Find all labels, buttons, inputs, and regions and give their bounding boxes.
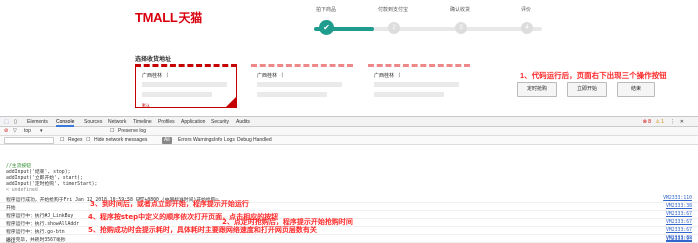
annotation-3: 3、到时间后，或者点立即开始，程序提示开始运行 bbox=[90, 200, 249, 208]
address-card[interactable]: 广西桂林 （ bbox=[368, 64, 470, 108]
address-redacted bbox=[257, 82, 342, 87]
stop-button[interactable]: 结束 bbox=[617, 82, 655, 97]
logo-text: TMALL bbox=[135, 10, 178, 25]
regex-checkbox[interactable]: ☐ bbox=[60, 136, 64, 145]
tmall-logo[interactable]: TMALL天猫 bbox=[135, 9, 202, 26]
tab-elements[interactable]: Elements bbox=[27, 117, 48, 127]
inspect-icon[interactable]: ⬚ bbox=[4, 117, 9, 127]
step-label: 拍下商品 bbox=[315, 7, 336, 13]
step-2: 付款到支付宝 2 bbox=[363, 6, 423, 34]
tab-application[interactable]: Application bbox=[181, 117, 205, 127]
step-4: 评价 4 bbox=[496, 6, 556, 34]
regex-label: Regex bbox=[68, 137, 83, 143]
error-icon: ⊗ bbox=[642, 119, 647, 125]
timer-buy-button[interactable]: 定时抢购 bbox=[517, 82, 557, 97]
default-tag: 默认 bbox=[142, 103, 150, 108]
address-region: 广西桂林 （ bbox=[257, 73, 284, 79]
tab-timeline[interactable]: Timeline bbox=[133, 117, 152, 127]
log-text: 程序运行中：执行.go-btn bbox=[6, 230, 65, 235]
step-1: 拍下商品 ✔ bbox=[296, 6, 356, 35]
logo-cn: 天猫 bbox=[178, 11, 203, 25]
more-menu-icon[interactable]: ⋮ bbox=[670, 119, 675, 125]
tab-network[interactable]: Network bbox=[108, 117, 126, 127]
log-text: 开始 bbox=[6, 206, 16, 211]
warning-count: 1 bbox=[661, 119, 665, 125]
step-number: 4 bbox=[521, 22, 533, 34]
level-errors[interactable]: Errors bbox=[178, 136, 192, 145]
log-text: 停止 bbox=[6, 239, 16, 243]
console-return-value: < undefined bbox=[6, 188, 38, 193]
level-all[interactable]: All bbox=[162, 137, 172, 144]
address-redacted bbox=[142, 92, 212, 97]
address-redacted bbox=[374, 92, 444, 97]
devtools-tabbar: ⬚ ▯ Elements Console Sources Network Tim… bbox=[0, 117, 698, 127]
log-text: 程序运行中：执行#J_LinkBuy bbox=[6, 214, 74, 219]
log-source-link[interactable]: VM2333:94 bbox=[666, 237, 692, 242]
devtools-panel: ⬚ ▯ Elements Console Sources Network Tim… bbox=[0, 116, 698, 243]
console-filter-bar: ☐ Regex ☐ Hide network messages All Erro… bbox=[0, 136, 698, 145]
tab-audits[interactable]: Audits bbox=[236, 117, 250, 127]
log-source-link[interactable]: VM2333:67 bbox=[666, 212, 692, 217]
start-now-button[interactable]: 立即开始 bbox=[567, 82, 607, 97]
preserve-log-label: Preserve log bbox=[118, 128, 147, 134]
checkout-page: TMALL天猫 拍下商品 ✔ 付款到支付宝 2 确认收货 3 评价 4 选择收货… bbox=[0, 0, 698, 127]
step-label: 付款到支付宝 bbox=[377, 7, 408, 13]
level-warnings[interactable]: Warnings bbox=[193, 136, 214, 145]
step-label: 评价 bbox=[520, 7, 531, 13]
selected-corner-icon bbox=[226, 97, 236, 107]
level-logs[interactable]: Logs bbox=[224, 136, 235, 145]
log-source-link[interactable]: VM2333:67 bbox=[666, 220, 692, 225]
tab-sources[interactable]: Sources bbox=[84, 117, 102, 127]
level-handled[interactable]: Handled bbox=[253, 136, 272, 145]
tab-console[interactable]: Console bbox=[56, 117, 75, 127]
level-debug[interactable]: Debug bbox=[237, 136, 252, 145]
step-label: 确认收货 bbox=[449, 7, 470, 13]
log-text: 程序运行中：执行.showAllAddr bbox=[6, 222, 80, 227]
hide-network-label: Hide network messages bbox=[94, 137, 148, 143]
address-region: 广西桂林 （ bbox=[374, 73, 401, 79]
log-source-link[interactable]: VM2333:38 bbox=[666, 204, 692, 209]
code-line: addInput('定时抢购', timerStart); bbox=[6, 182, 98, 187]
order-progress: 拍下商品 ✔ 付款到支付宝 2 确认收货 3 评价 4 bbox=[296, 6, 558, 46]
tab-security[interactable]: Security bbox=[211, 117, 229, 127]
step-number: 2 bbox=[388, 22, 400, 34]
chevron-down-icon: ▾ bbox=[40, 128, 43, 134]
annotation-4: 4、程序按step中定义的顺序依次打开页面，点击相应的按钮 bbox=[88, 213, 279, 221]
error-count: 8 bbox=[648, 119, 651, 125]
annotation-5: 5、抢购成功时会提示耗时，具体耗时主要跟网络速度和打开网页层数有关 bbox=[88, 226, 317, 234]
device-toggle-icon[interactable]: ▯ bbox=[14, 117, 17, 127]
address-redacted bbox=[142, 82, 227, 87]
clear-console-icon[interactable]: ⊘ bbox=[4, 127, 8, 136]
address-redacted bbox=[374, 82, 459, 87]
log-row: 停止 VM2333:94 bbox=[0, 236, 698, 243]
preserve-log-checkbox[interactable]: ☐ bbox=[110, 127, 114, 136]
hide-network-checkbox[interactable]: ☐ bbox=[86, 136, 90, 145]
annotation-1: 1、代码运行后，页面右下出现三个操作按钮 bbox=[520, 71, 667, 80]
tab-profiles[interactable]: Profiles bbox=[158, 117, 175, 127]
address-card[interactable]: 广西桂林 （ 默认 bbox=[135, 64, 237, 108]
address-region: 广西桂林 （ bbox=[142, 73, 169, 79]
address-section-title: 选择收货地址 bbox=[135, 57, 172, 63]
level-info[interactable]: Info bbox=[214, 136, 222, 145]
log-source-link[interactable]: VM2333:67 bbox=[666, 228, 692, 233]
context-selector[interactable]: top bbox=[24, 127, 31, 136]
step-3: 确认收货 3 bbox=[430, 6, 490, 34]
step-number: 3 bbox=[455, 22, 467, 34]
log-source-link[interactable]: VM2333:110 bbox=[663, 196, 692, 201]
warning-icon: ⚠ bbox=[655, 119, 660, 125]
filter-icon[interactable]: ▽ bbox=[13, 127, 17, 136]
close-icon[interactable]: ✕ bbox=[680, 119, 684, 125]
address-redacted bbox=[257, 92, 327, 97]
address-cards: 广西桂林 （ 默认 广西桂林 （ 广西桂林 （ bbox=[135, 64, 555, 120]
filter-input[interactable] bbox=[4, 137, 54, 144]
error-warning-counts[interactable]: ⊗ 8 ⚠ 1 ⋮ ✕ bbox=[643, 117, 684, 127]
check-icon: ✔ bbox=[319, 20, 334, 35]
console-toolbar: ⊘ ▽ top ▾ ☐ Preserve log bbox=[0, 127, 698, 136]
address-card[interactable]: 广西桂林 （ bbox=[251, 64, 353, 108]
